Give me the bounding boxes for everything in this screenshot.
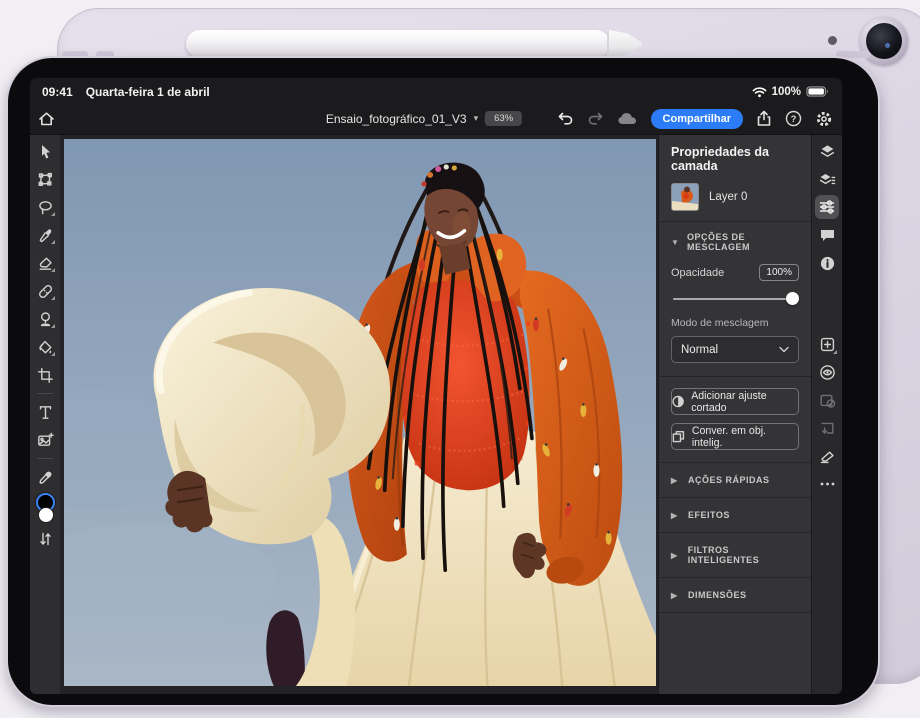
panel-divider [659,612,811,613]
battery-icon [806,85,830,98]
section-dimensions[interactable]: ▶ DIMENSÕES [659,578,811,612]
document-title[interactable]: Ensaio_fotográfico_01_V3 [326,112,467,126]
slider-track[interactable] [673,298,797,300]
lens-glint [885,43,890,48]
layer-name: Layer 0 [709,191,747,203]
eraser-tool[interactable] [32,249,58,277]
svg-text:?: ? [791,114,797,125]
right-icon-strip [811,135,842,694]
zoom-level-badge[interactable]: 63% [485,111,522,126]
toolbar-divider [37,458,53,459]
color-swatches[interactable] [32,493,58,525]
brush-tool[interactable] [32,221,58,249]
chevron-right-icon: ▶ [671,476,679,485]
apple-pencil [186,30,610,58]
wifi-icon [752,86,767,98]
app-header: Ensaio_fotográfico_01_V3 ▾ 63% Compartil… [30,103,842,135]
back-camera-lens [866,23,902,59]
place-photo-tool[interactable] [32,426,58,454]
canvas-photo[interactable] [64,139,656,686]
slider-knob[interactable] [786,292,799,305]
opacity-slider[interactable] [673,292,797,305]
button-label: Adicionar ajuste cortado [691,390,798,414]
button-label: Conver. em obj. intelig. [692,425,798,449]
status-date: Quarta-feira 1 de abril [86,85,210,99]
cleanup-icon[interactable] [814,442,840,470]
section-label: FILTROS INTELIGENTES [688,545,799,565]
add-layer-icon[interactable] [814,330,840,358]
settings-gear-icon[interactable] [815,110,833,128]
layer-mask-icon[interactable] [814,386,840,414]
back-mic-dot [828,36,837,45]
layer-thumbnail[interactable] [671,183,699,211]
visibility-icon[interactable] [814,358,840,386]
chevron-down-icon: ▾ [474,113,479,124]
toolbar-divider [37,393,53,394]
info-icon[interactable] [814,249,840,277]
clone-stamp-tool[interactable] [32,305,58,333]
status-bar: 09:41 Quarta-feira 1 de abril 100% [30,78,842,103]
chevron-right-icon: ▶ [671,511,679,520]
undo-icon[interactable] [557,111,574,126]
chevron-down-icon [779,346,789,353]
chevron-right-icon: ▶ [671,551,679,560]
layer-properties-icon[interactable] [814,165,840,193]
section-label: EFEITOS [688,510,730,520]
export-share-icon[interactable] [756,110,772,127]
comments-icon[interactable] [814,221,840,249]
chevron-down-icon: ▼ [671,238,679,247]
blend-options-label: OPÇÕES DE MESCLAGEM [687,232,799,252]
lasso-tool[interactable] [32,193,58,221]
background-color-swatch[interactable] [38,507,54,523]
convert-smart-object-button[interactable]: Conver. em obj. intelig. [671,423,799,450]
section-effects[interactable]: ▶ EFEITOS [659,498,811,532]
document-title-menu[interactable]: Ensaio_fotográfico_01_V3 ▾ 63% [326,111,522,126]
canvas-area[interactable] [60,135,658,694]
layer-properties-panel: Propriedades da camada Layer 0 [658,135,811,694]
home-icon[interactable] [38,111,55,127]
blend-mode-label: Modo de mesclagem [659,309,811,329]
marketing-scene: 09:41 Quarta-feira 1 de abril 100% [0,0,920,718]
type-tool[interactable] [32,398,58,426]
help-icon[interactable]: ? [785,110,802,127]
blend-mode-select[interactable]: Normal [671,336,799,363]
panel-title: Propriedades da camada [659,135,811,179]
more-options-icon[interactable] [814,470,840,498]
layer-row[interactable]: Layer 0 [659,179,811,221]
redo-icon[interactable] [587,111,604,126]
section-smart-filters[interactable]: ▶ FILTROS INTELIGENTES [659,533,811,577]
share-button[interactable]: Compartilhar [651,109,743,129]
eyedropper-tool[interactable] [32,463,58,491]
fill-tool[interactable] [32,333,58,361]
healing-brush-tool[interactable] [32,277,58,305]
cloud-sync-icon[interactable] [617,111,638,126]
transform-tool[interactable] [32,165,58,193]
section-label: AÇÕES RÁPIDAS [688,475,770,485]
add-clipped-adjustment-button[interactable]: Adicionar ajuste cortado [671,388,799,415]
section-label: DIMENSÕES [688,590,747,600]
clipped-mask-icon[interactable] [814,414,840,442]
layers-icon[interactable] [814,137,840,165]
status-time: 09:41 [42,85,73,99]
apple-pencil-seam [607,31,609,57]
photoshop-app-screen: 09:41 Quarta-feira 1 de abril 100% [30,78,842,694]
crop-tool[interactable] [32,361,58,389]
opacity-label: Opacidade [671,267,724,279]
battery-percent: 100% [772,86,801,98]
blend-mode-value: Normal [681,344,718,356]
section-quick-actions[interactable]: ▶ AÇÕES RÁPIDAS [659,463,811,497]
adjustment-circle-icon [672,395,684,408]
move-tool[interactable] [32,137,58,165]
workspace: Propriedades da camada Layer 0 [30,135,842,694]
smart-object-icon [672,430,685,443]
swap-colors-button[interactable] [32,525,58,553]
blend-options-section-header[interactable]: ▼ OPÇÕES DE MESCLAGEM [659,222,811,262]
tools-sidebar [30,135,60,694]
opacity-value[interactable]: 100% [759,264,799,281]
adjustments-icon[interactable] [815,195,839,219]
chevron-right-icon: ▶ [671,591,679,600]
panel-divider [659,376,811,377]
